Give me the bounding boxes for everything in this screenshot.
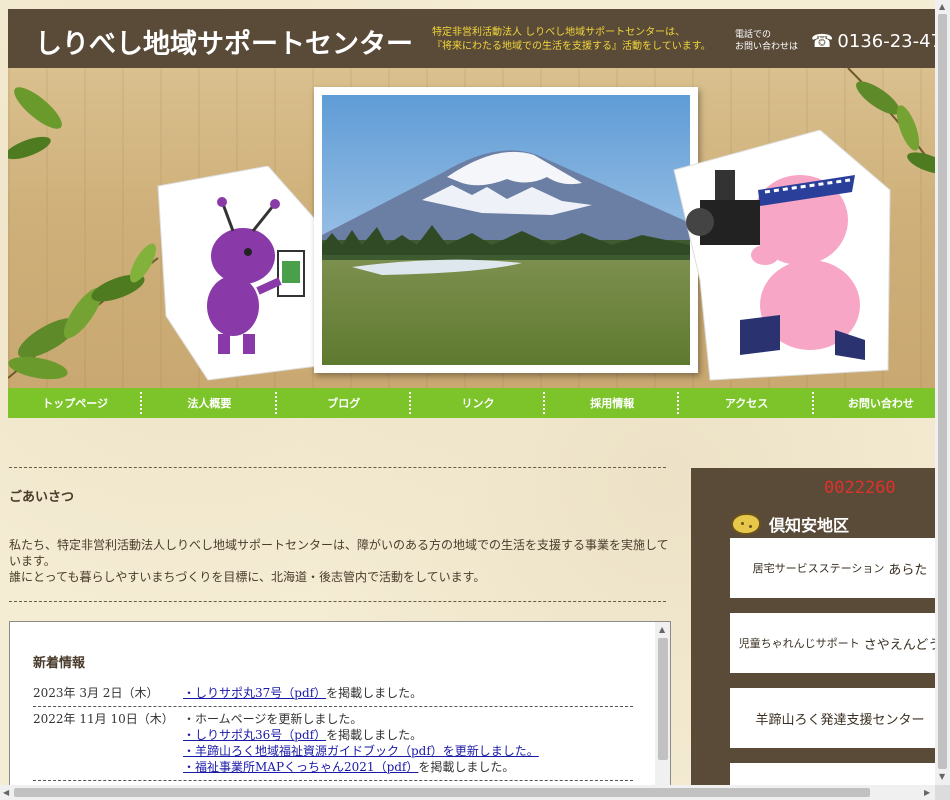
telephone-icon: ☎ <box>811 31 834 52</box>
page-viewport: しりべし地域サポートセンター 特定非営利活動法人 しりべし地域サポートセンターは… <box>0 0 935 785</box>
news-lines: ・しりサポ丸37号（pdf）を掲載しました。 <box>183 685 643 701</box>
news-scrollbar[interactable]: ▲ <box>655 622 670 785</box>
phone-number: ☎0136-23-4788 <box>811 31 935 52</box>
facility-card-youtei[interactable]: 羊蹄山ろく発達支援センター <box>730 688 935 748</box>
area-title: 倶知安地区 <box>731 512 849 536</box>
facility-card-name: さやえんどう <box>863 637 935 653</box>
news-suffix: を掲載しました。 <box>326 686 423 700</box>
scroll-down-icon[interactable]: ▼ <box>939 772 945 781</box>
scroll-right-icon[interactable]: ▶ <box>924 788 930 797</box>
contact-label-line: お問い合わせは <box>735 42 799 52</box>
divider <box>9 601 666 602</box>
tagline-line: 『将来にわたる地域での生活を支援する』活動をしています。 <box>432 41 711 52</box>
mountain-landscape-icon <box>322 95 690 365</box>
news-suffix: を掲載しました。 <box>326 728 423 742</box>
page-vertical-scrollbar[interactable]: ▲ ▼ <box>935 0 950 785</box>
news-link[interactable]: ・しりサポ丸37号（pdf） <box>183 686 326 700</box>
greeting-line: 誰にとっても暮らしやすいまちづくりを目標に、北海道・後志管内で活動をしています。 <box>9 570 486 584</box>
news-text: ・ホームページを更新しました。 <box>183 712 363 726</box>
phone-text: 0136-23-4788 <box>837 31 935 52</box>
facility-card-subtitle: 児童ちゃれんじサポート <box>738 637 860 650</box>
potato-icon <box>731 513 761 535</box>
facility-card-sayaendou[interactable]: 児童ちゃれんじサポート さやえんどう <box>730 613 935 673</box>
news-divider <box>33 706 633 707</box>
visitor-counter: 0022260 <box>824 478 896 498</box>
vertical-scroll-thumb[interactable] <box>938 14 947 769</box>
hero-photo-frame <box>314 87 698 373</box>
hero-banner <box>8 68 935 388</box>
facility-card-name: 羊蹄山ろく発達支援センター <box>755 712 925 728</box>
contact-label-line: 電話での <box>735 30 772 40</box>
scroll-left-icon[interactable]: ◀ <box>3 788 9 797</box>
divider <box>9 467 666 468</box>
greeting-title: ごあいさつ <box>9 490 75 505</box>
news-scroll-thumb[interactable] <box>658 638 668 760</box>
mount-yotei-photo <box>322 95 690 365</box>
leaf-branch-left-icon <box>8 243 159 380</box>
site-tagline: 特定非営利活動法人 しりべし地域サポートセンターは、 『将来にわたる地域での生活… <box>432 26 732 54</box>
global-nav: トップページ 法人概要 ブログ リンク 採用情報 アクセス お問い合わせ <box>8 388 935 418</box>
nav-item-contact[interactable]: お問い合わせ <box>814 388 935 418</box>
news-link[interactable]: ・羊蹄山ろく地域福祉資源ガイドブック（pdf）を更新しました。 <box>183 744 539 758</box>
camera-mascot-icon <box>673 130 891 381</box>
greeting-text: 私たち、特定非営利活動法人しりべし地域サポートセンターは、障がいのある方の地域で… <box>9 537 669 585</box>
scroll-up-icon[interactable]: ▲ <box>939 2 945 11</box>
horizontal-scroll-thumb[interactable] <box>14 788 870 797</box>
facility-card-subtitle: 居宅サービスステーション <box>752 562 885 575</box>
news-lines: ・ホームページを更新しました。 ・しりサポ丸36号（pdf）を掲載しました。 ・… <box>183 711 643 775</box>
news-divider <box>33 780 633 781</box>
site-title[interactable]: しりべし地域サポートセンター <box>35 22 413 61</box>
nav-item-top[interactable]: トップページ <box>8 388 143 418</box>
site-header: しりべし地域サポートセンター 特定非営利活動法人 しりべし地域サポートセンターは… <box>8 9 935 68</box>
contact-label: 電話での お問い合わせは <box>735 29 815 53</box>
scroll-up-icon[interactable]: ▲ <box>659 625 665 634</box>
nav-item-blog[interactable]: ブログ <box>277 388 412 418</box>
nav-item-about[interactable]: 法人概要 <box>142 388 277 418</box>
news-link[interactable]: ・福祉事業所MAPくっちゃん2021（pdf） <box>183 760 418 774</box>
news-link[interactable]: ・しりサポ丸36号（pdf） <box>183 728 326 742</box>
facility-card-name: あらた <box>888 562 928 578</box>
area-title-text: 倶知安地区 <box>769 516 850 535</box>
nav-item-access[interactable]: アクセス <box>679 388 814 418</box>
page-horizontal-scrollbar[interactable]: ◀ ▶ <box>0 785 935 800</box>
news-panel[interactable]: 新着情報 2023年 3月 2日（木） ・しりサポ丸37号（pdf）を掲載しまし… <box>9 621 671 785</box>
news-suffix: を掲載しました。 <box>418 760 515 774</box>
facility-card-arata[interactable]: 居宅サービスステーション あらた <box>730 538 935 598</box>
sidebar: 0022260 倶知安地区 居宅サービスステーション あらた 児童ちゃれんじサポ… <box>691 468 935 785</box>
news-title: 新着情報 <box>33 656 86 671</box>
tagline-line: 特定非営利活動法人 しりべし地域サポートセンターは、 <box>432 27 686 38</box>
nav-item-recruit[interactable]: 採用情報 <box>545 388 680 418</box>
news-date: 2022年 11月 10日（木） <box>33 712 174 726</box>
nav-item-links[interactable]: リンク <box>411 388 546 418</box>
greeting-line: 私たち、特定非営利活動法人しりべし地域サポートセンターは、障がいのある方の地域で… <box>9 538 669 568</box>
scrollbar-corner <box>935 785 950 800</box>
facility-card-next[interactable] <box>730 763 935 785</box>
ant-mascot-icon <box>157 166 331 381</box>
leaf-top-left-icon <box>8 87 62 160</box>
news-date: 2023年 3月 2日（木） <box>33 686 159 700</box>
